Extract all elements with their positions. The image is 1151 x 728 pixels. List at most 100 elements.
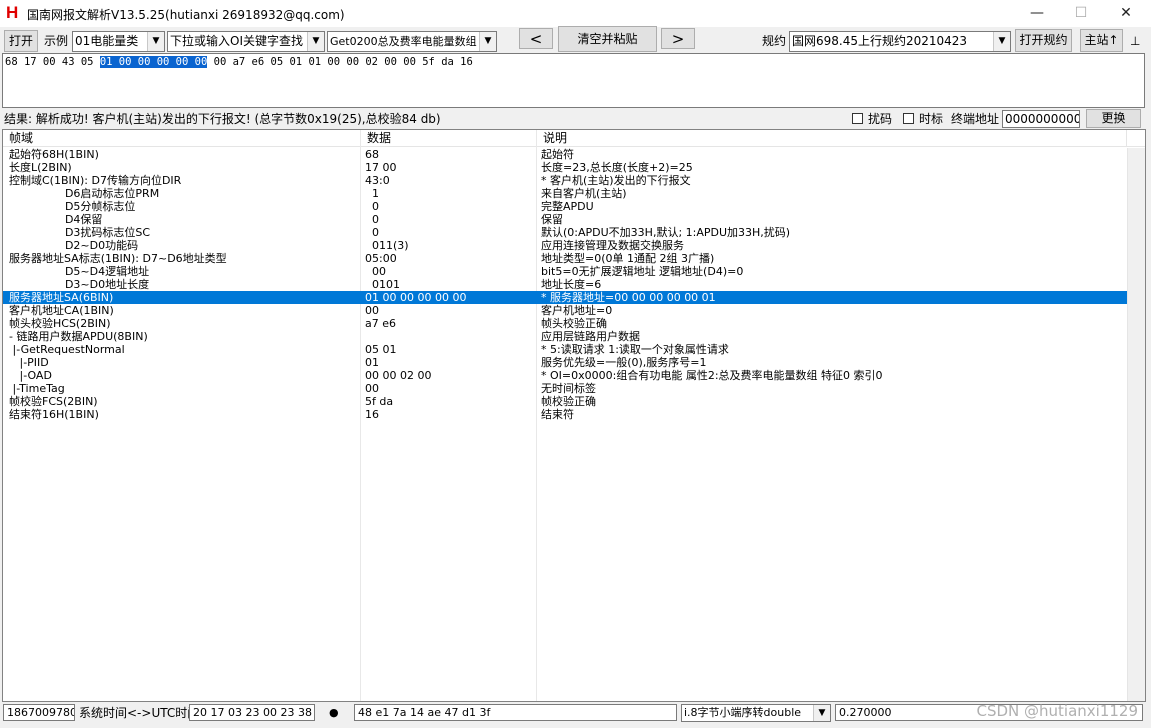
table-row[interactable]: 帧头校验HCS(2BIN) a7 e6 帧头校验正确 [3, 317, 1127, 330]
cell-description: 服务优先级=一般(0),服务序号=1 [541, 356, 707, 369]
title-bar: H 国南网报文解析V13.5.25(hutianxi 26918932@qq.c… [0, 0, 1151, 27]
table-row[interactable]: D4保留 0 保留 [3, 213, 1127, 226]
table-row[interactable]: D6启动标志位PRM 1 来自客户机(主站) [3, 187, 1127, 200]
hex-selected: 01 00 00 00 00 00 [99, 56, 208, 68]
header-data[interactable]: 数据 [361, 130, 537, 147]
open-button[interactable]: 打开 [4, 30, 38, 52]
frame-table: 帧域 数据 说明 起始符68H(1BIN) 68 起始符 长度L(2BIN) 17 00… [2, 129, 1146, 702]
table-row[interactable]: 长度L(2BIN) 17 00 长度=23,总长度(长度+2)=25 [3, 161, 1127, 174]
table-row[interactable]: |-OAD 00 00 02 00 * OI=0x0000:组合有功电能 属性2:总… [3, 369, 1127, 382]
time-hex-field[interactable]: 20 17 03 23 00 23 38 [189, 704, 315, 721]
table-row[interactable]: D3~D0地址长度 0101 地址长度=6 [3, 278, 1127, 291]
cell-field: D6启动标志位PRM [9, 187, 160, 200]
cell-description: 帧头校验正确 [541, 317, 607, 330]
table-row[interactable]: D5分帧标志位 0 完整APDU [3, 200, 1127, 213]
table-row[interactable]: D2~D0功能码 011(3) 应用连接管理及数据交换服务 [3, 239, 1127, 252]
table-row[interactable]: 控制域C(1BIN): D7传输方向位DIR 43:0 * 客户机(主站)发出的下行… [3, 174, 1127, 187]
phone-field[interactable]: 18670097802 [3, 704, 75, 721]
header-description[interactable]: 说明 [537, 130, 1127, 147]
cell-field: 起始符68H(1BIN) [9, 148, 99, 161]
header-field[interactable]: 帧域 [3, 130, 361, 147]
cell-data: 05 01 [365, 343, 397, 356]
minimize-button[interactable]: — [1014, 0, 1060, 27]
cell-field: D2~D0功能码 [9, 239, 139, 252]
pin-icon[interactable]: ⊥ [1130, 30, 1140, 52]
table-row[interactable]: D3扰码标志位SC 0 默认(0:APDU不加33H,默认; 1:APDU加33H… [3, 226, 1127, 239]
clear-paste-button[interactable]: 清空并粘贴 [558, 26, 657, 52]
cell-description: 结束符 [541, 408, 574, 421]
table-row[interactable]: |-GetRequestNormal 05 01 * 5:读取请求 1:读取一个对象… [3, 343, 1127, 356]
table-row[interactable]: 服务器地址SA标志(1BIN): D7~D6地址类型 05:00 地址类型=0(0单… [3, 252, 1127, 265]
double-hex-field[interactable]: 48 e1 7a 14 ae 47 d1 3f [354, 704, 677, 721]
table-row[interactable]: - 链路用户数据APDU(8BIN) 应用层链路用户数据 [3, 330, 1127, 343]
next-button[interactable]: > [661, 28, 695, 49]
example-select[interactable]: 01电能量类 ▼ [72, 31, 165, 52]
cell-description: 无时间标签 [541, 382, 596, 395]
cell-field: 服务器地址SA(6BIN) [9, 291, 114, 304]
chevron-down-icon: ▼ [147, 32, 164, 51]
watermark: CSDN @hutianxi1129 [976, 702, 1138, 720]
cell-field: |-TimeTag [9, 382, 65, 395]
time-convert-label[interactable]: 系统时间<->UTC时间 [79, 702, 199, 724]
cell-description: * 客户机(主站)发出的下行报文 [541, 174, 691, 187]
oi-select[interactable]: Get0200总及费率电能量数组 ▼ [327, 31, 497, 52]
table-row[interactable]: |-TimeTag 00 无时间标签 [3, 382, 1127, 395]
vertical-scrollbar[interactable] [1127, 148, 1145, 701]
cell-data: 01 00 00 00 00 00 [365, 291, 467, 304]
scramble-checkbox[interactable] [852, 113, 863, 124]
close-button[interactable]: ✕ [1103, 0, 1149, 27]
cell-data: 01 [365, 356, 379, 369]
hex-input[interactable]: 68 17 00 43 05 01 00 00 00 00 00 00 a7 e… [2, 53, 1145, 108]
cell-description: 保留 [541, 213, 563, 226]
protocol-label: 规约 [762, 34, 787, 48]
app-icon: H [6, 3, 19, 22]
cell-field: 客户机地址CA(1BIN) [9, 304, 114, 317]
table-row[interactable]: D5~D4逻辑地址 00 bit5=0无扩展逻辑地址 逻辑地址(D4)=0 [3, 265, 1127, 278]
table-body: 起始符68H(1BIN) 68 起始符 长度L(2BIN) 17 00 长度=23,总长度… [3, 148, 1127, 421]
cell-description: 起始符 [541, 148, 574, 161]
example-select-value: 01电能量类 [75, 34, 139, 48]
maximize-button[interactable]: ☐ [1058, 0, 1104, 27]
cell-description: 客户机地址=0 [541, 304, 613, 317]
master-direction-button[interactable]: 主站↑ [1080, 29, 1123, 52]
cell-description: 默认(0:APDU不加33H,默认; 1:APDU加33H,扰码) [541, 226, 791, 239]
protocol-select-value: 国网698.45上行规约20210423 [792, 34, 968, 48]
status-dot-icon: ● [329, 706, 339, 719]
cell-field: 控制域C(1BIN): D7传输方向位DIR [9, 174, 182, 187]
cell-data: 00 [365, 304, 379, 317]
cell-description: bit5=0无扩展逻辑地址 逻辑地址(D4)=0 [541, 265, 744, 278]
table-row[interactable]: 帧校验FCS(2BIN) 5f da 帧校验正确 [3, 395, 1127, 408]
hex-before: 68 17 00 43 05 [5, 56, 100, 68]
cell-data: 0 [365, 213, 379, 226]
table-row[interactable]: 客户机地址CA(1BIN) 00 客户机地址=0 [3, 304, 1127, 317]
table-row[interactable]: 服务器地址SA(6BIN) 01 00 00 00 00 00 * 服务器地址=00… [3, 291, 1127, 304]
chevron-down-icon: ▼ [813, 705, 830, 721]
cell-data: 1 [365, 187, 379, 200]
protocol-select[interactable]: 国网698.45上行规约20210423 ▼ [789, 31, 1011, 52]
timetag-label: 时标 [919, 112, 944, 126]
cell-data: 011(3) [365, 239, 409, 252]
cell-data: 17 00 [365, 161, 397, 174]
cell-data [365, 330, 535, 343]
cell-description: 完整APDU [541, 200, 594, 213]
cell-data: 5f da [365, 395, 394, 408]
convert-select-value: i.8字节小端序转double [684, 706, 802, 719]
cell-description: 帧校验正确 [541, 395, 596, 408]
cell-description: 应用连接管理及数据交换服务 [541, 239, 684, 252]
cell-data: 0 [365, 226, 379, 239]
prev-button[interactable]: < [519, 28, 553, 49]
cell-field: D5~D4逻辑地址 [9, 265, 150, 278]
cell-data: 05:00 [365, 252, 397, 265]
cell-data: a7 e6 [365, 317, 397, 330]
cell-field: - 链路用户数据APDU(8BIN) [9, 330, 148, 343]
table-row[interactable]: |-PIID 01 服务优先级=一般(0),服务序号=1 [3, 356, 1127, 369]
open-protocol-button[interactable]: 打开规约 [1015, 29, 1072, 52]
table-row[interactable]: 起始符68H(1BIN) 68 起始符 [3, 148, 1127, 161]
replace-button[interactable]: 更换 [1086, 109, 1141, 128]
keyword-select[interactable]: 下拉或输入OI关键字查找 ▼ [167, 31, 325, 52]
cell-field: 帧校验FCS(2BIN) [9, 395, 98, 408]
convert-select[interactable]: i.8字节小端序转double ▼ [681, 704, 831, 722]
terminal-addr-input[interactable]: 000000000001 [1002, 110, 1080, 128]
table-row[interactable]: 结束符16H(1BIN) 16 结束符 [3, 408, 1127, 421]
timetag-checkbox[interactable] [903, 113, 914, 124]
